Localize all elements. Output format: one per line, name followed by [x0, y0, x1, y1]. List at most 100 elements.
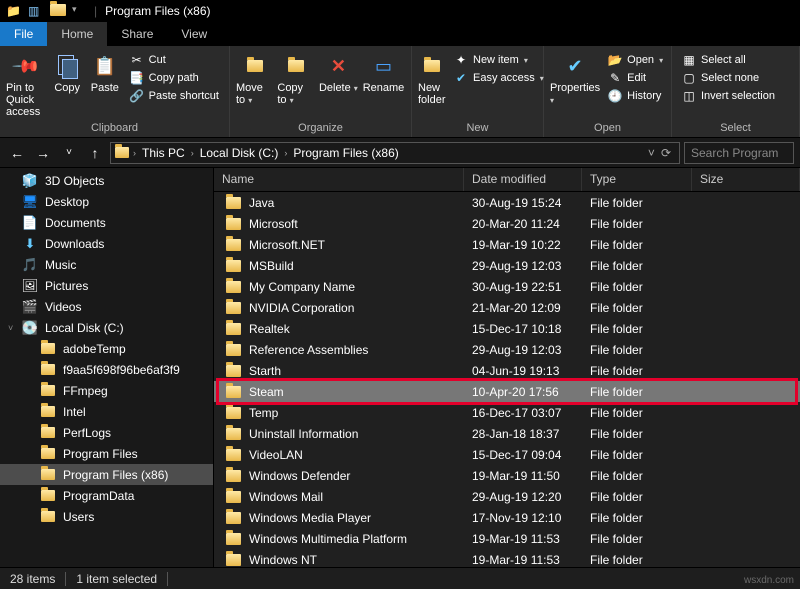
table-row[interactable]: Uninstall Information28-Jan-18 18:37File… [214, 423, 800, 444]
sidebar-item[interactable]: 🎵Music [0, 254, 213, 275]
folder-icon: 🎬 [22, 299, 38, 315]
new-item-icon: ✦ [454, 53, 468, 67]
col-name[interactable]: Name [214, 168, 464, 191]
history-button[interactable]: 🕘History [604, 88, 667, 104]
invert-selection-button[interactable]: ◫Invert selection [678, 88, 779, 104]
easy-access-button[interactable]: ✔Easy access▾ [450, 70, 548, 86]
chevron-right-icon[interactable]: › [284, 148, 287, 158]
group-clipboard: Clipboard [0, 120, 229, 137]
sidebar-item[interactable]: ProgramData [0, 485, 213, 506]
sidebar-item[interactable]: 🧊3D Objects [0, 170, 213, 191]
table-row[interactable]: Realtek15-Dec-17 10:18File folder [214, 318, 800, 339]
chevron-right-icon[interactable]: › [191, 148, 194, 158]
column-headers[interactable]: Name Date modified Type Size [214, 168, 800, 192]
file-type: File folder [582, 385, 692, 399]
chevron-down-icon[interactable]: ˅ [8, 323, 13, 333]
search-input[interactable]: Search Program [684, 142, 794, 164]
properties-button[interactable]: ✔Properties ▾ [550, 50, 600, 106]
table-row[interactable]: My Company Name30-Aug-19 22:51File folde… [214, 276, 800, 297]
qat-more-icon[interactable]: ▾ [72, 4, 86, 18]
selected-count: 1 item selected [76, 572, 157, 586]
tab-file[interactable]: File [0, 22, 47, 46]
rename-button[interactable]: ▭Rename [362, 50, 405, 94]
watermark: wsxdn.com [744, 575, 794, 586]
paste-shortcut-button[interactable]: 🔗Paste shortcut [126, 88, 223, 104]
sidebar-label: f9aa5f698f96be6af3f9 [63, 363, 180, 377]
crumb-this-pc[interactable]: This PC [140, 146, 187, 160]
sidebar-item[interactable]: Program Files (x86) [0, 464, 213, 485]
recent-button[interactable]: ˅ [58, 142, 80, 164]
table-row[interactable]: Windows Mail29-Aug-19 12:20File folder [214, 486, 800, 507]
table-row[interactable]: Microsoft.NET19-Mar-19 10:22File folder [214, 234, 800, 255]
refresh-icon[interactable]: ⟳ [661, 146, 671, 160]
cut-button[interactable]: ✂Cut [126, 52, 223, 68]
table-row[interactable]: Starth04-Jun-19 19:13File folder [214, 360, 800, 381]
file-name: Realtek [249, 322, 290, 336]
main-area: 🧊3D Objects🖥Desktop📄Documents⬇Downloads🎵… [0, 168, 800, 567]
tab-view[interactable]: View [167, 22, 221, 46]
table-row[interactable]: Windows Defender19-Mar-19 11:50File fold… [214, 465, 800, 486]
copy-button[interactable]: Copy [50, 50, 84, 94]
table-row[interactable]: Temp16-Dec-17 03:07File folder [214, 402, 800, 423]
crumb-current[interactable]: Program Files (x86) [291, 146, 400, 160]
table-row[interactable]: Reference Assemblies29-Aug-19 12:03File … [214, 339, 800, 360]
delete-button[interactable]: ✕Delete ▾ [319, 50, 358, 94]
col-type[interactable]: Type [582, 168, 692, 191]
pin-quick-access-button[interactable]: 📌Pin to Quick access [6, 50, 46, 118]
paste-button[interactable]: 📋Paste [88, 50, 122, 94]
col-size[interactable]: Size [692, 168, 800, 191]
qat-icon[interactable]: ▥ [28, 4, 42, 18]
ribbon-tabs: File Home Share View [0, 22, 800, 46]
copy-to-button[interactable]: Copy to ▾ [277, 50, 314, 106]
sidebar-label: ProgramData [63, 489, 134, 503]
easy-access-icon: ✔ [454, 71, 468, 85]
sidebar-label: FFmpeg [63, 384, 108, 398]
move-to-button[interactable]: Move to ▾ [236, 50, 273, 106]
forward-button[interactable]: → [32, 142, 54, 164]
table-row[interactable]: NVIDIA Corporation21-Mar-20 12:09File fo… [214, 297, 800, 318]
table-row[interactable]: Java30-Aug-19 15:24File folder [214, 192, 800, 213]
sidebar-item[interactable]: Intel [0, 401, 213, 422]
sidebar-item[interactable]: f9aa5f698f96be6af3f9 [0, 359, 213, 380]
sidebar-item[interactable]: Users [0, 506, 213, 527]
edit-button[interactable]: ✎Edit [604, 70, 667, 86]
copy-path-button[interactable]: 📑Copy path [126, 70, 223, 86]
qat-folder-icon[interactable] [50, 4, 64, 18]
scissors-icon: ✂ [130, 53, 144, 67]
new-folder-button[interactable]: New folder [418, 50, 446, 106]
sidebar-item[interactable]: adobeTemp [0, 338, 213, 359]
table-row[interactable]: Windows Media Player17-Nov-19 12:10File … [214, 507, 800, 528]
crumb-local-disk[interactable]: Local Disk (C:) [198, 146, 281, 160]
sidebar-item[interactable]: 🎬Videos [0, 296, 213, 317]
chevron-right-icon[interactable]: › [133, 148, 136, 158]
folder-icon [226, 533, 241, 545]
up-button[interactable]: ↑ [84, 142, 106, 164]
sidebar-item[interactable]: Program Files [0, 443, 213, 464]
file-type: File folder [582, 427, 692, 441]
col-date[interactable]: Date modified [464, 168, 582, 191]
tab-home[interactable]: Home [47, 22, 107, 46]
dropdown-icon[interactable]: ˅ [648, 146, 655, 160]
open-button[interactable]: 📂Open▾ [604, 52, 667, 68]
sidebar-item[interactable]: FFmpeg [0, 380, 213, 401]
sidebar-item[interactable]: 🖼Pictures [0, 275, 213, 296]
sidebar-item[interactable]: 🖥Desktop [0, 191, 213, 212]
back-button[interactable]: ← [6, 142, 28, 164]
tab-share[interactable]: Share [107, 22, 167, 46]
breadcrumb[interactable]: › This PC › Local Disk (C:) › Program Fi… [110, 142, 680, 164]
table-row[interactable]: Microsoft20-Mar-20 11:24File folder [214, 213, 800, 234]
select-none-button[interactable]: ▢Select none [678, 70, 779, 86]
table-row[interactable]: Windows NT19-Mar-19 11:53File folder [214, 549, 800, 570]
table-row[interactable]: Steam10-Apr-20 17:56File folder [214, 381, 800, 402]
sidebar-item[interactable]: ˅💽Local Disk (C:) [0, 317, 213, 338]
select-all-button[interactable]: ▦Select all [678, 52, 779, 68]
sidebar-item[interactable]: ⬇Downloads [0, 233, 213, 254]
sidebar-item[interactable]: 📄Documents [0, 212, 213, 233]
new-item-button[interactable]: ✦New item▾ [450, 52, 548, 68]
table-row[interactable]: MSBuild29-Aug-19 12:03File folder [214, 255, 800, 276]
sidebar-item[interactable]: PerfLogs [0, 422, 213, 443]
table-row[interactable]: Windows Multimedia Platform19-Mar-19 11:… [214, 528, 800, 549]
table-row[interactable]: VideoLAN15-Dec-17 09:04File folder [214, 444, 800, 465]
navigation-pane[interactable]: 🧊3D Objects🖥Desktop📄Documents⬇Downloads🎵… [0, 168, 214, 567]
file-date: 20-Mar-20 11:24 [464, 217, 582, 231]
